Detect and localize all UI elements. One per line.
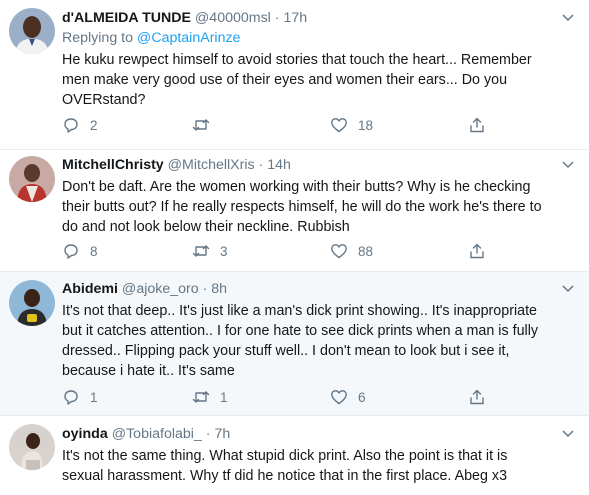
- tweet-header: Abidemi @ajoke_oro · 8h: [62, 279, 575, 299]
- share-icon: [470, 389, 484, 405]
- caret-down-icon[interactable]: [561, 157, 575, 171]
- tweet-text-line: because i hate it.. It's same: [62, 363, 235, 379]
- like-icon: [331, 244, 347, 259]
- display-name[interactable]: Abidemi: [62, 281, 118, 297]
- tweet[interactable]: Abidemi @ajoke_oro · 8h It's not that de…: [0, 272, 589, 416]
- tweet-actions: 8 3 88: [62, 241, 535, 261]
- tweet-text-line: sexual harassment. Why tf did he notice …: [62, 468, 508, 484]
- display-name[interactable]: MitchellChristy: [62, 157, 164, 173]
- reply-button[interactable]: 8: [62, 241, 98, 261]
- user-handle[interactable]: @40000msl: [195, 10, 271, 26]
- separator-dot: ·: [205, 426, 211, 442]
- user-handle[interactable]: @MitchellXris: [168, 157, 255, 173]
- avatar[interactable]: [9, 280, 55, 326]
- share-button[interactable]: [468, 387, 486, 407]
- tweet[interactable]: oyinda @Tobiafolabi_ · 7h It's not the s…: [0, 416, 589, 495]
- reply-button[interactable]: 2: [62, 115, 98, 135]
- reply-count: 1: [90, 389, 98, 405]
- timestamp[interactable]: 7h: [214, 426, 230, 442]
- replying-to: Replying to @CaptainArinze: [62, 28, 575, 48]
- caret-down-icon[interactable]: [561, 426, 575, 440]
- share-icon: [470, 117, 484, 133]
- retweet-icon: [192, 391, 210, 403]
- reply-icon: [64, 390, 78, 405]
- replying-to-link[interactable]: @CaptainArinze: [137, 30, 241, 46]
- like-icon: [331, 118, 347, 133]
- reply-count: 2: [90, 117, 98, 133]
- share-icon: [470, 243, 484, 259]
- tweet-text-line: It's not that deep.. It's just like a ma…: [62, 303, 538, 319]
- like-button[interactable]: 18: [330, 115, 373, 135]
- caret-down-icon[interactable]: [561, 10, 575, 24]
- tweet-header: oyinda @Tobiafolabi_ · 7h: [62, 424, 575, 444]
- tweet-actions: 2 18: [62, 115, 535, 135]
- tweet-text-line: do and not look below their neckline. Ru…: [62, 219, 350, 235]
- like-icon: [331, 390, 347, 405]
- separator-dot: ·: [202, 281, 208, 297]
- retweet-icon: [192, 119, 210, 131]
- like-button[interactable]: 88: [330, 241, 373, 261]
- tweet-text: Don't be daft. Are the women working wit…: [62, 177, 575, 237]
- like-count: 6: [358, 389, 366, 405]
- reply-button[interactable]: 1: [62, 387, 98, 407]
- tweet-text: It's not the same thing. What stupid dic…: [62, 446, 575, 486]
- retweet-button[interactable]: 3: [192, 241, 228, 261]
- user-handle[interactable]: @Tobiafolabi_: [112, 426, 202, 442]
- tweet-text-line: dressed.. Flipping pack your stuff well.…: [62, 343, 510, 359]
- share-button[interactable]: [468, 241, 486, 261]
- tweet[interactable]: MitchellChristy @MitchellXris · 14h Don'…: [0, 150, 589, 272]
- tweet[interactable]: d'ALMEIDA TUNDE @40000msl · 17h Replying…: [0, 0, 589, 150]
- tweet-text-line: He kuku rewpect himself to avoid stories…: [62, 52, 532, 68]
- tweet-text-line: their butts out? If he really respects h…: [62, 199, 542, 215]
- timestamp[interactable]: 17h: [283, 10, 307, 26]
- reply-icon: [64, 118, 78, 133]
- avatar[interactable]: [9, 8, 55, 54]
- tweet-text-line: Don't be daft. Are the women working wit…: [62, 179, 531, 195]
- display-name[interactable]: d'ALMEIDA TUNDE: [62, 10, 191, 26]
- retweet-icon: [192, 245, 210, 257]
- like-button[interactable]: 6: [330, 387, 366, 407]
- avatar[interactable]: [9, 156, 55, 202]
- reply-icon: [64, 244, 78, 259]
- tweet-text-line: OVERstand?: [62, 92, 146, 108]
- separator-dot: ·: [258, 157, 264, 173]
- tweet-header: MitchellChristy @MitchellXris · 14h: [62, 155, 575, 175]
- tweet-text-line: but it catches attention.. I for one hat…: [62, 323, 539, 339]
- tweet-header: d'ALMEIDA TUNDE @40000msl · 17h: [62, 8, 575, 28]
- like-count: 18: [358, 117, 374, 133]
- retweet-count: 1: [220, 389, 228, 405]
- tweet-actions: 1 1 6: [62, 387, 535, 407]
- retweet-button[interactable]: 1: [192, 387, 228, 407]
- timestamp[interactable]: 8h: [211, 281, 227, 297]
- retweet-count: 3: [220, 243, 228, 259]
- caret-down-icon[interactable]: [561, 281, 575, 295]
- replying-prefix: Replying to: [62, 30, 137, 46]
- display-name[interactable]: oyinda: [62, 426, 108, 442]
- tweet-text-line: It's not the same thing. What stupid dic…: [62, 448, 508, 464]
- retweet-button[interactable]: [192, 115, 220, 135]
- tweet-text: It's not that deep.. It's just like a ma…: [62, 301, 575, 381]
- separator-dot: ·: [274, 10, 280, 26]
- share-button[interactable]: [468, 115, 486, 135]
- tweet-text-line: men make very good use of their eyes and…: [62, 72, 508, 88]
- tweet-text: He kuku rewpect himself to avoid stories…: [62, 50, 575, 110]
- user-handle[interactable]: @ajoke_oro: [122, 281, 199, 297]
- timestamp[interactable]: 14h: [267, 157, 291, 173]
- like-count: 88: [358, 243, 374, 259]
- avatar[interactable]: [9, 424, 55, 470]
- reply-count: 8: [90, 243, 98, 259]
